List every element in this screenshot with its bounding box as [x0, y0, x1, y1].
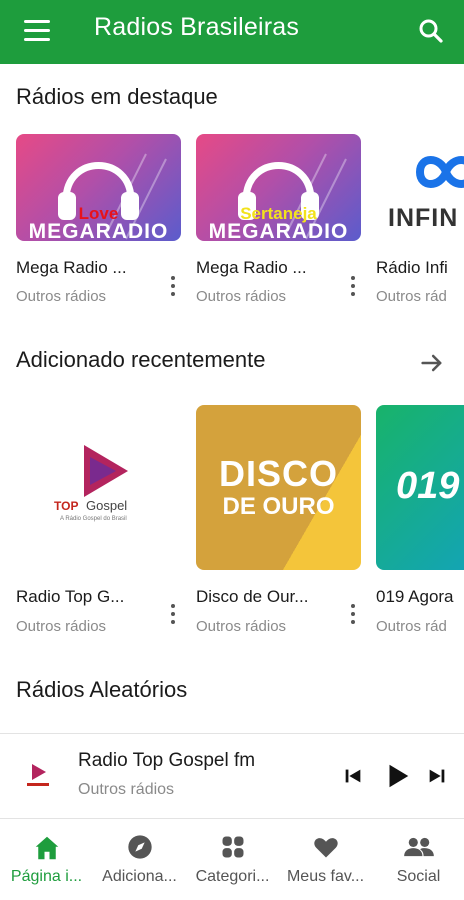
nav-item-favorites[interactable]: Meus fav...	[279, 822, 372, 900]
hamburger-menu-icon[interactable]	[24, 20, 50, 42]
station-thumbnail[interactable]: DISCO DE OURO	[196, 405, 361, 570]
search-icon[interactable]	[416, 16, 446, 46]
play-logo-icon	[84, 445, 128, 497]
more-options-icon[interactable]	[345, 602, 361, 626]
home-icon	[35, 836, 58, 860]
people-icon	[403, 837, 434, 857]
nav-label: Meus fav...	[286, 868, 365, 885]
skip-previous-icon[interactable]	[342, 765, 364, 787]
recent-card[interactable]: 019 019 Agora Outros rád	[376, 405, 464, 635]
station-category: Outros rádios	[16, 618, 107, 635]
featured-row: Love MEGARADIO Mega Radio ... Outros rád…	[16, 134, 464, 314]
station-thumbnail[interactable]: INFIN	[376, 134, 464, 241]
bottom-navigation: Página i... Adiciona... Categori... Meus…	[0, 822, 464, 900]
station-name: Radio Top G...	[16, 587, 125, 606]
more-options-icon[interactable]	[165, 602, 181, 626]
station-brand: MEGARADIO	[208, 220, 349, 241]
more-options-icon[interactable]	[165, 274, 181, 298]
station-brand: INFIN	[388, 204, 459, 232]
station-name: Rádio Infi	[376, 258, 448, 277]
nav-item-categories[interactable]: Categori...	[186, 822, 279, 900]
mini-player[interactable]: Radio Top Gospel fm Outros rádios	[0, 733, 464, 819]
logo-line-1: DISCO	[218, 453, 338, 494]
station-category: Outros rád	[376, 618, 447, 635]
player-thumbnail[interactable]	[18, 754, 58, 794]
station-category: Outros rádios	[196, 288, 287, 305]
station-name: Disco de Our...	[196, 587, 309, 606]
app-bar: Radios Brasileiras	[0, 0, 464, 64]
station-thumbnail[interactable]: TOP Gospel A Rádio Gospel do Brasil	[16, 405, 181, 570]
nav-label: Página i...	[10, 868, 83, 885]
featured-card[interactable]: Love MEGARADIO Mega Radio ... Outros rád…	[16, 134, 181, 305]
recent-row: TOP Gospel A Rádio Gospel do Brasil Radi…	[16, 405, 464, 640]
station-brand: MEGARADIO	[28, 220, 169, 241]
play-icon[interactable]	[382, 761, 412, 791]
recent-card[interactable]: DISCO DE OURO Disco de Our... Outros rád…	[196, 405, 361, 635]
recent-card[interactable]: TOP Gospel A Rádio Gospel do Brasil Radi…	[16, 405, 181, 635]
featured-card[interactable]: INFIN Rádio Infi Outros rád	[376, 134, 464, 305]
station-name: Mega Radio ...	[16, 258, 127, 277]
nav-label: Categori...	[195, 868, 270, 885]
logo-tagline: A Rádio Gospel do Brasil	[60, 516, 127, 522]
random-section-title: Rádios Aleatórios	[16, 677, 188, 702]
station-thumbnail[interactable]: 019	[376, 405, 464, 570]
compass-icon	[127, 835, 152, 859]
heart-icon	[313, 838, 338, 858]
nav-label: Adiciona...	[102, 868, 177, 885]
player-station-name: Radio Top Gospel fm	[78, 750, 256, 771]
arrow-right-icon[interactable]	[418, 349, 446, 377]
grid-icon	[222, 836, 243, 858]
more-options-icon[interactable]	[345, 274, 361, 298]
station-name: 019 Agora	[376, 587, 454, 606]
nav-item-home[interactable]: Página i...	[0, 822, 93, 900]
featured-card[interactable]: Sertaneja MEGARADIO Mega Radio ... Outro…	[196, 134, 361, 305]
nav-item-social[interactable]: Social	[372, 822, 464, 900]
station-category: Outros rádios	[196, 618, 287, 635]
station-category: Outros rádios	[16, 288, 107, 305]
station-thumbnail[interactable]: Love MEGARADIO	[16, 134, 181, 241]
logo-text-main: TOP	[54, 499, 79, 513]
skip-next-icon[interactable]	[426, 765, 448, 787]
station-thumbnail[interactable]: Sertaneja MEGARADIO	[196, 134, 361, 241]
logo-line-2: DE OURO	[222, 493, 335, 520]
logo-text-sub: Gospel	[86, 498, 128, 513]
nav-label: Social	[396, 868, 441, 885]
player-station-category: Outros rádios	[78, 781, 175, 798]
app-title: Radios Brasileiras	[94, 13, 300, 41]
station-name: Mega Radio ...	[196, 258, 307, 277]
station-category: Outros rád	[376, 288, 447, 305]
recent-section-title: Adicionado recentemente	[16, 347, 266, 372]
nav-item-recent[interactable]: Adiciona...	[93, 822, 186, 900]
featured-section-title: Rádios em destaque	[16, 84, 218, 109]
logo-text: 019	[396, 465, 460, 507]
